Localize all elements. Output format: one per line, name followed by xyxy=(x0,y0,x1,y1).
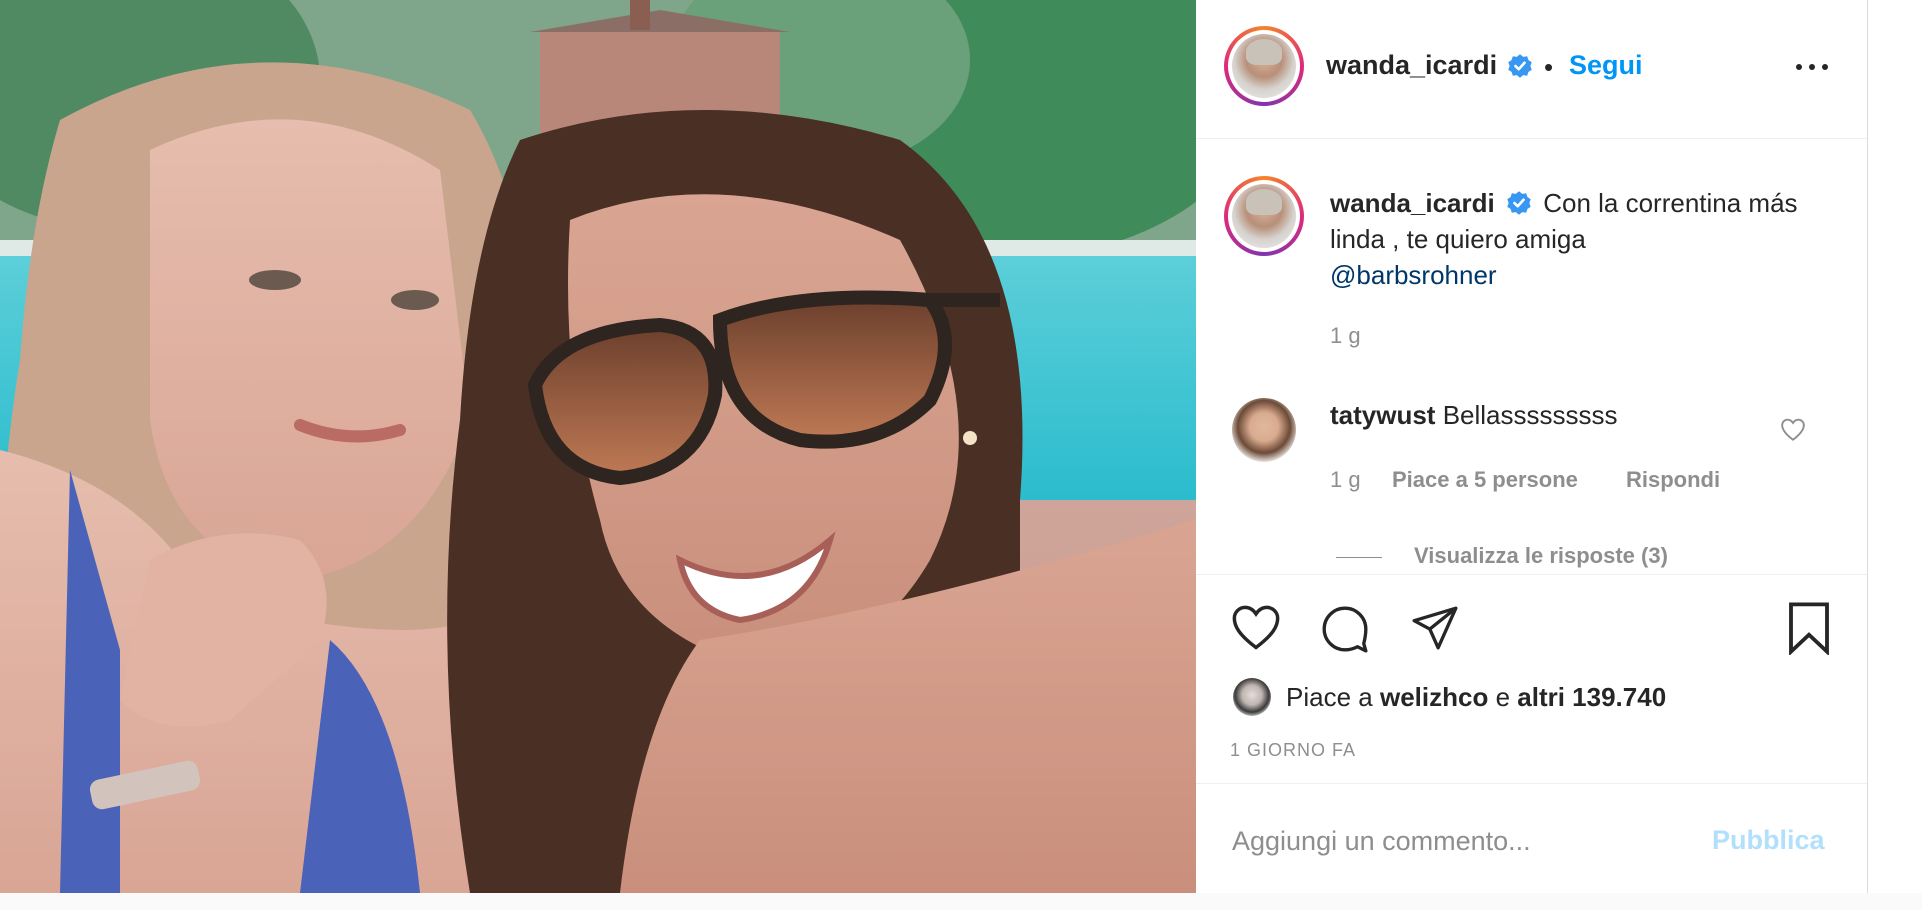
comment-text: Bellasssssssss xyxy=(1442,400,1618,430)
comment-bubble-icon[interactable] xyxy=(1320,604,1370,654)
commenter-username[interactable]: tatywust xyxy=(1330,400,1435,430)
add-comment-input[interactable] xyxy=(1230,820,1714,862)
more-dot xyxy=(1822,64,1828,70)
liker-username[interactable]: welizhco xyxy=(1380,682,1488,712)
post-time[interactable]: 1 GIORNO FA xyxy=(1230,740,1356,761)
follow-button[interactable]: Segui xyxy=(1569,50,1643,81)
post-header: wanda_icardi • Segui xyxy=(1196,0,1867,139)
actions-divider xyxy=(1196,574,1867,575)
author-username[interactable]: wanda_icardi xyxy=(1326,50,1497,81)
reply-button[interactable]: Rispondi xyxy=(1626,467,1720,493)
post-side-panel: wanda_icardi • Segui wanda_icardi Con la… xyxy=(1196,0,1868,894)
view-replies-button[interactable]: Visualizza le risposte (3) xyxy=(1414,543,1668,569)
photo-illustration xyxy=(0,0,1196,893)
post-photo[interactable] xyxy=(0,0,1196,893)
comment-timestamp[interactable]: 1 g xyxy=(1330,467,1361,493)
more-options-icon[interactable] xyxy=(1794,56,1834,76)
caption-mention-link[interactable]: @barbsrohner xyxy=(1330,260,1497,290)
comment-like-heart-icon[interactable] xyxy=(1780,418,1806,442)
post-caption: wanda_icardi Con la correntina más linda… xyxy=(1330,185,1810,293)
likes-summary: Piace a welizhco e altri 139.740 xyxy=(1286,682,1666,713)
more-dot xyxy=(1796,64,1802,70)
caption-author-avatar[interactable] xyxy=(1224,176,1304,256)
comment-likes-count[interactable]: Piace a 5 persone xyxy=(1392,467,1578,493)
verified-badge-icon xyxy=(1507,191,1531,215)
avatar-image xyxy=(1232,34,1296,98)
paper-plane-icon[interactable] xyxy=(1410,604,1460,652)
verified-badge-icon xyxy=(1508,54,1532,78)
author-avatar[interactable] xyxy=(1224,26,1304,106)
caption-username[interactable]: wanda_icardi xyxy=(1330,188,1495,218)
avatar-image xyxy=(1232,184,1296,248)
add-comment-form: Pubblica xyxy=(1196,783,1867,894)
more-dot xyxy=(1809,64,1815,70)
caption-timestamp[interactable]: 1 g xyxy=(1330,323,1361,349)
heart-icon[interactable] xyxy=(1230,604,1282,652)
likes-others-count[interactable]: altri 139.740 xyxy=(1517,682,1666,712)
publish-button[interactable]: Pubblica xyxy=(1712,825,1825,856)
comment-body: tatywust Bellasssssssss xyxy=(1330,397,1790,433)
likes-prefix: Piace a xyxy=(1286,682,1373,712)
liker-avatar[interactable] xyxy=(1233,678,1271,716)
commenter-avatar[interactable] xyxy=(1232,398,1296,462)
bookmark-icon[interactable] xyxy=(1786,601,1832,655)
header-separator-dot: • xyxy=(1544,52,1554,82)
replies-divider-line xyxy=(1336,557,1382,558)
page-bottom-strip xyxy=(0,893,1922,910)
likes-joiner: e xyxy=(1495,682,1511,712)
